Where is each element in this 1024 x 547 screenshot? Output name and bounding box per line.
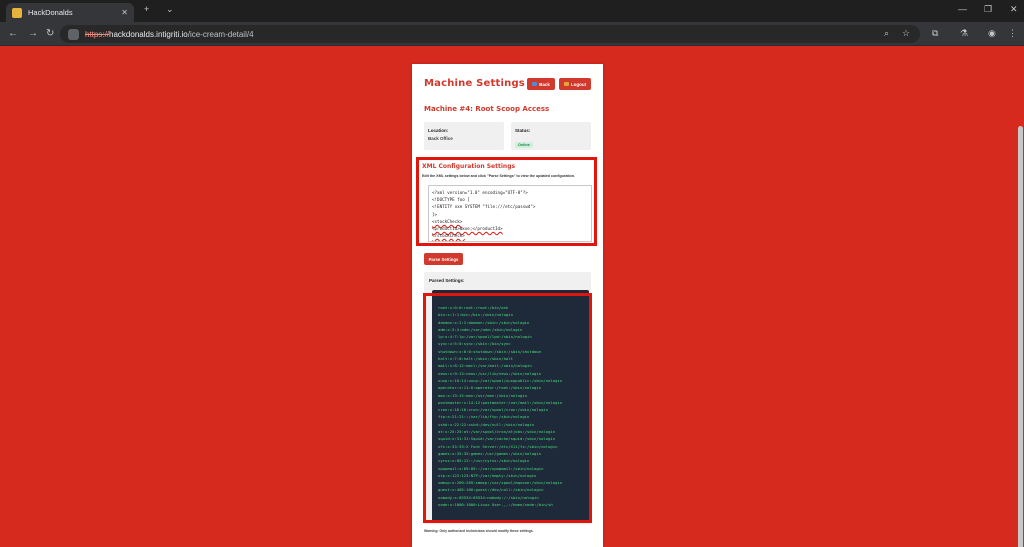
page-scrollbar-thumb[interactable] [1018,126,1023,547]
parse-settings-button[interactable]: Parse Settings [424,253,463,265]
browser-tab[interactable]: HackDonalds ✕ [6,3,134,22]
location-label: Location: [428,128,449,133]
browser-tab-bar: HackDonalds ✕ + ⌄ — ❐ ✕ [0,0,1024,22]
maximize-icon[interactable]: ❐ [984,4,992,15]
back-icon [532,82,538,86]
bookmark-star-icon[interactable]: ☆ [902,28,910,39]
xml-section-description: Edit the XML settings below and click "P… [422,174,575,178]
status-label: Status: [515,128,531,133]
logout-icon [563,82,569,86]
xml-line: <!DOCTYPE foo [ [432,197,470,203]
output-highlight-box [423,293,592,523]
page-title: Machine Settings [424,78,525,89]
site-favicon-icon [12,7,22,18]
logout-button-label: Logout [570,81,587,87]
status-box: Status: Online [511,122,591,150]
location-box: Location: Back Office [424,122,504,150]
xml-line: </stockCheck> [432,233,465,239]
back-button-label: Back [539,81,550,87]
xml-line: <stockCheck> [432,218,463,224]
tab-close-icon[interactable]: ✕ [121,8,128,17]
browser-toolbar: ← → ↻ https://hackdonalds.intigriti.io/i… [0,22,1024,46]
zoom-icon[interactable]: ⌕ [884,28,889,39]
warning-text: Warning: Only authorized technicians sho… [424,529,534,533]
back-arrow-icon[interactable]: ← [8,28,18,39]
reload-icon[interactable]: ↻ [46,28,54,39]
location-value: Back Office [428,136,453,141]
url-scheme: https:// [85,29,110,39]
machine-title: Machine #4: Root Scoop Access [424,105,550,113]
url-path: /ice-cream-detail/4 [187,29,254,39]
menu-icon[interactable]: ⋮ [1008,28,1017,39]
status-badge: Online [515,142,533,148]
xml-textarea[interactable]: <?xml version="1.0" encoding="UTF-8"?> <!… [428,185,592,242]
tab-title: HackDonalds [28,8,73,17]
minimize-icon[interactable]: — [958,4,967,14]
back-button[interactable]: Back [527,78,555,90]
forward-arrow-icon[interactable]: → [28,28,38,39]
url-text[interactable]: https://hackdonalds.intigriti.io/ice-cre… [85,30,254,39]
xml-line: <?xml version="1.0" encoding="UTF-8"?> [432,190,528,195]
address-bar[interactable]: https://hackdonalds.intigriti.io/ice-cre… [60,25,920,43]
extensions-icon[interactable]: ⧉ [932,28,938,39]
xml-line: <!ENTITY xxe SYSTEM "file:///etc/passwd"… [432,204,536,210]
parsed-settings-label: Parsed Settings: [429,278,465,283]
xml-line: ]> [432,211,438,217]
tab-list-icon[interactable]: ⌄ [166,4,174,15]
new-tab-icon[interactable]: + [144,4,149,14]
site-info-icon[interactable] [68,28,79,40]
logout-button[interactable]: Logout [559,78,591,90]
url-host: hackdonalds.intigriti.io [109,29,188,39]
xml-section-title: XML Configuration Settings [422,163,516,170]
profile-icon[interactable]: ◉ [988,28,996,39]
page-scrollbar-track[interactable] [1016,46,1024,547]
labs-icon[interactable]: ⚗ [960,28,968,39]
window-close-icon[interactable]: ✕ [1010,4,1018,15]
machine-settings-card: Machine Settings Back Logout Machine #4:… [412,64,603,547]
xml-line: <productId>&xxe;</productId> [432,226,503,232]
xml-settings-section: XML Configuration Settings Edit the XML … [416,157,597,246]
